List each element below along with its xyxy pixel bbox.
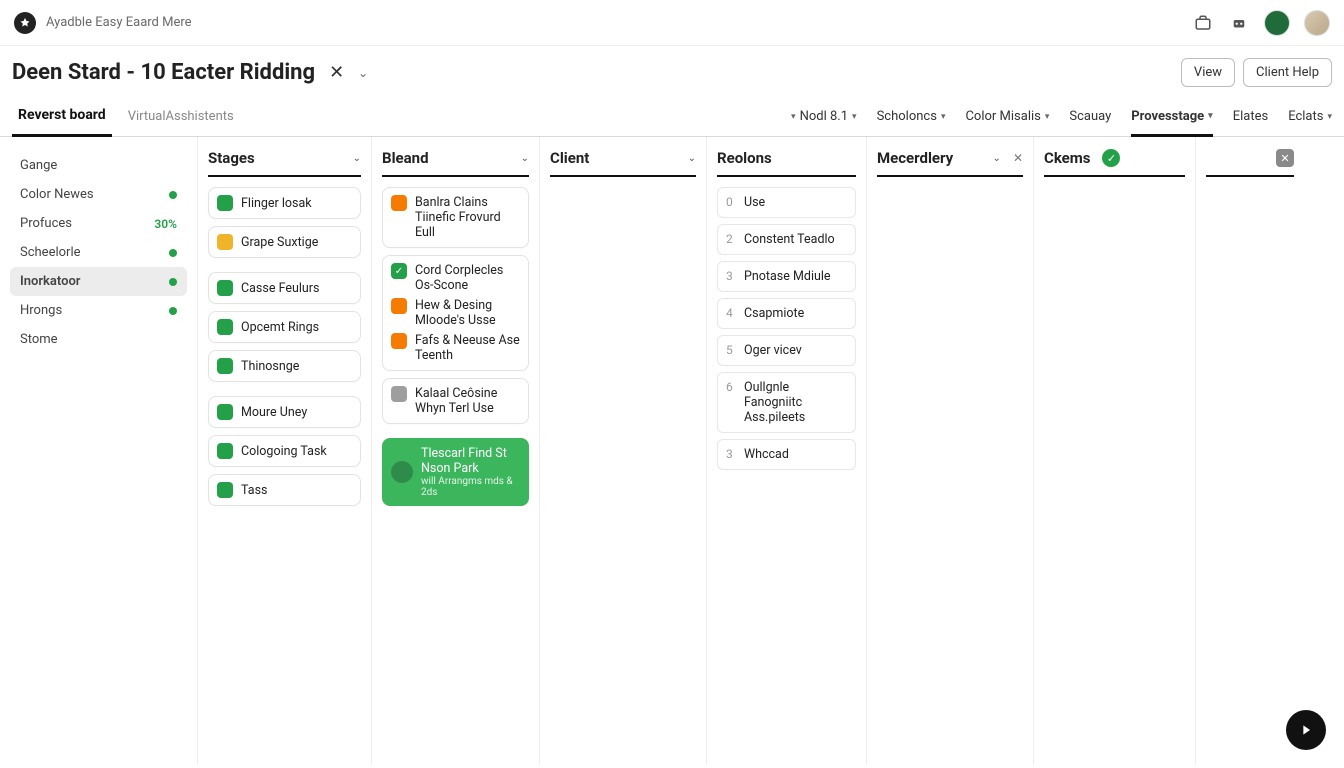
col-stages: Stages ⌄ Flinger losak Grape Suxtige Casse … (198, 137, 372, 765)
client-help-button[interactable]: Client Help (1243, 58, 1332, 87)
sidebar-item-stome[interactable]: Stome (10, 325, 187, 354)
close-icon[interactable]: ✕ (1013, 151, 1023, 165)
card[interactable]: Banlra Clains Tiinefic Frovurd Eull (382, 187, 529, 248)
topbar: Ayadble Easy Eaard Mere (0, 0, 1344, 46)
bot-icon[interactable] (1228, 12, 1250, 34)
sidebar-item-color newes[interactable]: Color Newes (10, 180, 187, 209)
filter-elates[interactable]: Elates (1233, 109, 1268, 124)
chevron-down-icon[interactable]: ⌄ (688, 153, 696, 164)
avatar-1[interactable] (1264, 10, 1290, 36)
card[interactable]: Thinosnge (208, 350, 361, 382)
close-icon[interactable]: ✕ (325, 62, 348, 83)
col-title: Bleand (382, 149, 429, 167)
list-item[interactable]: 3Whccad (717, 439, 856, 470)
card-highlight[interactable]: Tlescarl Find St Nson Parkwill Arrangms … (382, 438, 529, 506)
chevron-down-icon[interactable]: ⌄ (358, 66, 368, 80)
list-item[interactable]: 5Oger vicev (717, 335, 856, 366)
list-item[interactable]: 0Use (717, 187, 856, 218)
col-title: Ckems (1044, 149, 1090, 167)
col-ckems: Ckems ✓ (1034, 137, 1196, 765)
col-extra: ✕ (1196, 137, 1304, 765)
card[interactable]: Casse Feulurs (208, 272, 361, 304)
tab-reverst-board[interactable]: Reverst board (12, 97, 112, 137)
sidebar-item-hrongs[interactable]: Hrongs (10, 296, 187, 325)
card[interactable]: Grape Suxtige (208, 226, 361, 258)
close-icon[interactable]: ✕ (1276, 149, 1294, 167)
list-item[interactable]: 6Oullgnle Fanogniitc Ass.pileets (717, 372, 856, 433)
board: Stages ⌄ Flinger losak Grape Suxtige Casse … (198, 137, 1344, 765)
col-bleand: Bleand ⌄ Banlra Clains Tiinefic Frovurd E… (372, 137, 540, 765)
card[interactable]: ✓Cord Corplecles Os-SconeHew & Desing Ml… (382, 255, 529, 371)
filter-scauay[interactable]: Scauay (1069, 109, 1111, 124)
list-item[interactable]: 2Constent Teadlo (717, 224, 856, 255)
avatar-2[interactable] (1304, 10, 1330, 36)
col-title: Client (550, 149, 589, 167)
briefcase-icon[interactable] (1192, 12, 1214, 34)
sidebar-item-profuces[interactable]: Profuces30% (10, 209, 187, 238)
filter-color-misalis[interactable]: Color Misalis ▾ (965, 109, 1049, 124)
sidebar-item-inorkatoor[interactable]: Inorkatoor (10, 267, 187, 296)
col-reolons: Reolons 0Use 2Constent Teadlo 3Pnotase Mdi… (707, 137, 867, 765)
list-item[interactable]: 3Pnotase Mdiule (717, 261, 856, 292)
filter-nodl-8-1[interactable]: ▾Nodl 8.1 ▾ (791, 109, 857, 124)
chevron-down-icon[interactable]: ⌄ (993, 153, 1001, 164)
chevron-down-icon[interactable]: ⌄ (353, 153, 361, 164)
view-button[interactable]: View (1181, 58, 1235, 87)
col-title: Mecerdlery (877, 149, 953, 167)
tab-virtual-assistants[interactable]: VirtualAsshistents (122, 97, 240, 137)
titlebar: Deen Stard - 10 Eacter Ridding ✕ ⌄ View … (0, 46, 1344, 97)
card[interactable]: Opcemt Rings (208, 311, 361, 343)
filter-scholoncs[interactable]: Scholoncs ▾ (877, 109, 946, 124)
filter-eclats[interactable]: Eclats ▾ (1288, 109, 1332, 124)
col-title: Reolons (717, 149, 772, 167)
card[interactable]: Kalaal Ceôsine Whyn Terl Use (382, 378, 529, 424)
page-title: Deen Stard - 10 Eacter Ridding (12, 60, 315, 85)
check-icon: ✓ (1102, 149, 1120, 167)
card[interactable]: Flinger losak (208, 187, 361, 219)
sidebar-item-scheelorle[interactable]: Scheelorle (10, 238, 187, 267)
col-client: Client ⌄ (540, 137, 707, 765)
sidebar-item-gange[interactable]: Gange (10, 151, 187, 180)
card[interactable]: Tass (208, 474, 361, 506)
card[interactable]: Moure Uney (208, 396, 361, 428)
tabsbar: Reverst board VirtualAsshistents ▾Nodl 8… (0, 97, 1344, 137)
card[interactable]: Cologoing Task (208, 435, 361, 467)
sidebar: GangeColor NewesProfuces30%ScheelorleIno… (0, 137, 198, 765)
chevron-down-icon[interactable]: ⌄ (521, 153, 529, 164)
col-title: Stages (208, 149, 255, 167)
filter-provesstage[interactable]: Provesstage ▾ (1131, 109, 1212, 137)
brand-text: Ayadble Easy Eaard Mere (46, 15, 192, 30)
main: GangeColor NewesProfuces30%ScheelorleIno… (0, 137, 1344, 765)
app-logo[interactable] (14, 12, 36, 34)
col-mecerdlery: Mecerdlery ⌄ ✕ (867, 137, 1034, 765)
list-item[interactable]: 4Csapmiote (717, 298, 856, 329)
fab-button[interactable] (1286, 710, 1326, 750)
